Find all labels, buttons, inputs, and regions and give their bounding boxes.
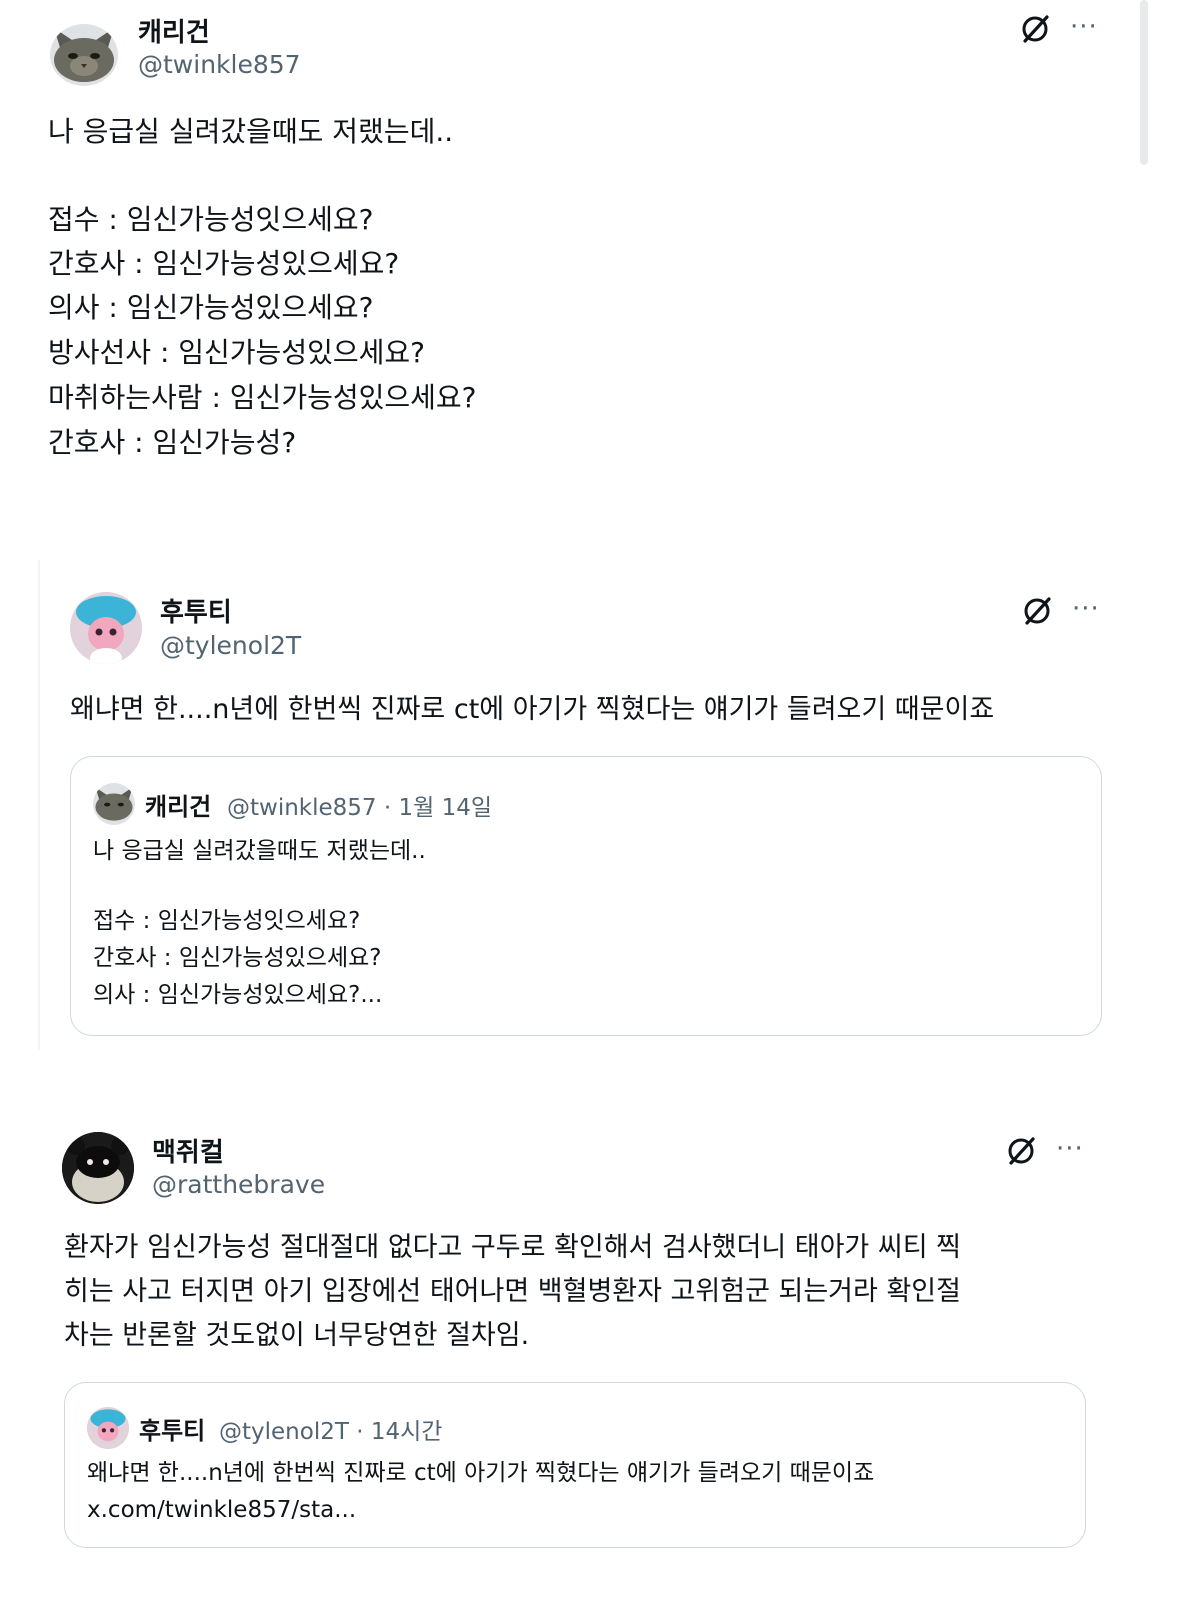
- quoted-link[interactable]: x.com/twinkle857/sta...: [87, 1492, 356, 1529]
- post-text-line: 환자가 임신가능성 절대절대 없다고 구두로 확인해서 검사했더니 태아가 씨티…: [64, 1232, 961, 1263]
- author-name[interactable]: 맥쥐컬: [152, 1132, 224, 1169]
- quoted-author-meta: @tylenol2T · 14시간: [219, 1419, 443, 1445]
- quoted-text-line: 왜냐면 한....n년에 한번씩 진짜로 ct에 아기가 찍혔다는 얘기가 들려…: [87, 1460, 875, 1486]
- quoted-bird-avatar: [87, 1407, 129, 1449]
- quoted-post[interactable]: 후투티 @tylenol2T · 14시간 왜냐면 한....n년에 한번씩 진…: [64, 1382, 1086, 1548]
- bird-character-icon: [87, 1407, 129, 1449]
- post-ratthebrave: 맥쥐컬 @ratthebrave ··· 환자가 임신가능성 절대절대 없다고 …: [0, 0, 1179, 1597]
- post-text-line: 히는 사고 터지면 아기 입장에선 태어나면 백혈병환자 고위험군 되는거라 확…: [64, 1276, 961, 1307]
- quoted-author-name: 후투티: [139, 1417, 206, 1445]
- author-handle[interactable]: @ratthebrave: [152, 1170, 325, 1199]
- more-icon[interactable]: ···: [1056, 1134, 1084, 1164]
- rat-avatar[interactable]: [62, 1132, 134, 1204]
- rat-face-icon: [62, 1132, 134, 1204]
- post-text-line: 차는 반론할 것도없이 너무당연한 절차임.: [64, 1320, 530, 1351]
- grok-icon[interactable]: [1004, 1134, 1038, 1168]
